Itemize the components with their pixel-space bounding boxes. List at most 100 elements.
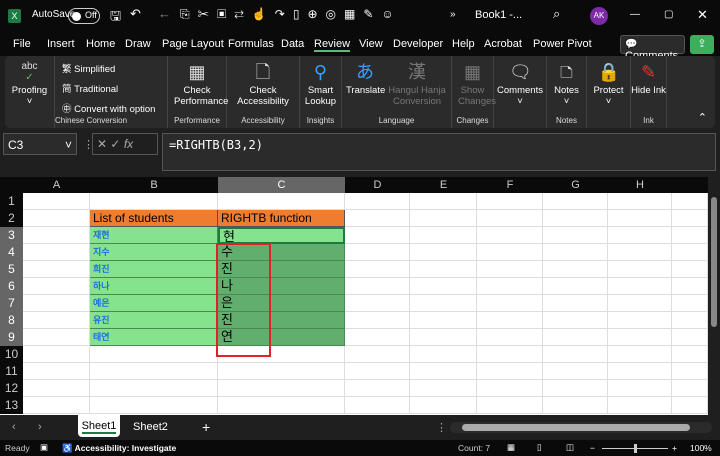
cell[interactable] — [543, 312, 608, 329]
horizontal-scrollbar[interactable] — [450, 422, 712, 433]
row-header-10[interactable]: 10 — [0, 346, 23, 363]
cell[interactable] — [410, 295, 477, 312]
cell[interactable] — [543, 397, 608, 414]
cell[interactable] — [218, 363, 345, 380]
column-header-d[interactable]: D — [345, 177, 410, 193]
formula-input[interactable]: =RIGHTB(B3,2) — [162, 133, 716, 171]
cell[interactable] — [543, 380, 608, 397]
cell[interactable] — [477, 261, 543, 278]
cell[interactable] — [672, 363, 708, 380]
cell[interactable] — [410, 278, 477, 295]
cell[interactable] — [345, 397, 410, 414]
cell[interactable] — [345, 261, 410, 278]
hangul-hanja-button[interactable]: 漢 Hangul Hanja Conversion — [386, 56, 448, 107]
insert-function-icon[interactable]: fx — [124, 137, 133, 151]
cell[interactable] — [23, 210, 90, 227]
column-header-b[interactable]: B — [90, 177, 218, 193]
tab-review[interactable]: Review — [314, 38, 351, 52]
more-icon[interactable]: » — [450, 9, 456, 20]
cell[interactable] — [410, 261, 477, 278]
student-name-cell[interactable]: 유진 — [90, 312, 218, 329]
comments-button[interactable]: 💬 Comments — [620, 35, 685, 62]
smart-lookup-button[interactable]: ⚲ Smart Lookup Insights — [300, 56, 342, 128]
row-header-12[interactable]: 12 — [0, 380, 23, 397]
cell[interactable] — [672, 397, 708, 414]
cell[interactable] — [410, 380, 477, 397]
cell[interactable] — [218, 397, 345, 414]
back-icon[interactable]: ← — [158, 6, 171, 21]
minimize-icon[interactable]: — — [630, 9, 640, 20]
tab-help[interactable]: Help — [452, 38, 475, 50]
cell[interactable] — [672, 312, 708, 329]
cell[interactable] — [543, 278, 608, 295]
autosave-toggle[interactable]: Off — [68, 8, 100, 24]
cell[interactable] — [23, 295, 90, 312]
prev-sheet-icon[interactable]: ‹ — [12, 421, 16, 433]
cell[interactable] — [345, 329, 410, 346]
cell[interactable] — [477, 329, 543, 346]
cell[interactable] — [543, 363, 608, 380]
cell[interactable] — [672, 193, 708, 210]
column-header-a[interactable]: A — [23, 177, 90, 193]
convert-option-button[interactable]: ㊥ Convert with option — [62, 101, 167, 115]
tab-acrobat[interactable]: Acrobat — [484, 38, 522, 50]
cell[interactable] — [23, 193, 90, 210]
cell[interactable] — [90, 380, 218, 397]
cell[interactable] — [23, 346, 90, 363]
normal-view-icon[interactable]: ▦ — [507, 442, 515, 453]
sheet-tab-sheet1[interactable]: Sheet1 — [78, 415, 120, 437]
cell[interactable] — [543, 261, 608, 278]
cell[interactable] — [345, 227, 410, 244]
cell[interactable] — [23, 261, 90, 278]
translate-button[interactable]: あ Translate — [346, 56, 385, 96]
tab-power-pivot[interactable]: Power Pivot — [533, 38, 592, 50]
simplified-button[interactable]: 繁 Simplified — [62, 61, 167, 75]
cell[interactable] — [345, 346, 410, 363]
cell[interactable] — [345, 363, 410, 380]
cell[interactable] — [410, 363, 477, 380]
avatar[interactable]: AK — [590, 7, 608, 25]
cell[interactable] — [23, 227, 90, 244]
cell[interactable] — [90, 363, 218, 380]
cell[interactable] — [608, 363, 672, 380]
cell[interactable] — [608, 193, 672, 210]
cell[interactable] — [672, 346, 708, 363]
cell[interactable] — [23, 244, 90, 261]
cell[interactable] — [23, 278, 90, 295]
cell[interactable] — [410, 244, 477, 261]
cell[interactable] — [345, 278, 410, 295]
cell[interactable] — [218, 380, 345, 397]
cell[interactable] — [23, 380, 90, 397]
column-header-f[interactable]: F — [477, 177, 543, 193]
vertical-scrollbar[interactable] — [708, 177, 720, 415]
cell[interactable] — [345, 193, 410, 210]
share-button[interactable]: ⇪ — [690, 35, 714, 54]
cell[interactable] — [608, 312, 672, 329]
student-name-cell[interactable]: 재현 — [90, 227, 218, 244]
cell[interactable] — [608, 295, 672, 312]
cell[interactable] — [345, 244, 410, 261]
close-icon[interactable]: ✕ — [697, 7, 708, 23]
zoom-slider[interactable]: − + — [590, 443, 680, 453]
page-layout-view-icon[interactable]: ▯ — [537, 442, 542, 453]
cell[interactable] — [608, 329, 672, 346]
collapse-ribbon-icon[interactable]: ⌃ — [698, 111, 707, 124]
cell[interactable] — [672, 227, 708, 244]
cell[interactable] — [672, 329, 708, 346]
row-header-5[interactable]: 5 — [0, 261, 23, 278]
row-header-2[interactable]: 2 — [0, 210, 23, 227]
next-sheet-icon[interactable]: › — [38, 421, 42, 433]
macro-icon[interactable]: ▣ — [40, 442, 48, 453]
cell[interactable] — [345, 380, 410, 397]
cell[interactable] — [410, 329, 477, 346]
check-performance-button[interactable]: ▦ Check Performance Performance — [168, 56, 228, 128]
cell[interactable] — [477, 227, 543, 244]
cell[interactable] — [410, 397, 477, 414]
cell[interactable] — [477, 278, 543, 295]
cell[interactable] — [410, 312, 477, 329]
tab-view[interactable]: View — [359, 38, 383, 50]
cell[interactable] — [608, 244, 672, 261]
cell[interactable] — [410, 210, 477, 227]
hide-ink-button[interactable]: ✎ Hide Ink Ink — [631, 56, 667, 128]
select-all-corner[interactable] — [0, 177, 23, 193]
